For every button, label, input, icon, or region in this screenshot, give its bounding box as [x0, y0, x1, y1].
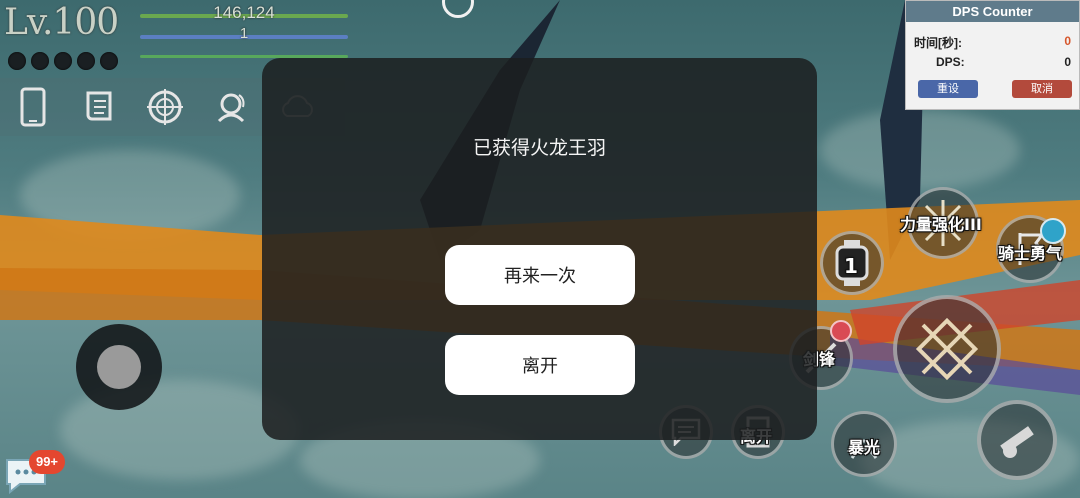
power-boost-label: 力量强化III — [900, 215, 982, 234]
time-label: 时间[秒]: — [914, 36, 962, 50]
dps-counter-panel: DPS Counter 时间[秒]: 0 DPS: 0 重设 取消 — [905, 0, 1080, 110]
charge-dot — [100, 52, 118, 70]
phone-icon[interactable] — [0, 78, 66, 136]
reward-dialog: 已获得火龙王羽 再来一次 离开 — [262, 58, 817, 440]
hp-value: 146,124 — [213, 3, 275, 22]
mp-value: 1 — [239, 25, 249, 42]
retry-button[interactable]: 再来一次 — [445, 245, 635, 305]
charge-dot — [77, 52, 95, 70]
movement-joystick[interactable] — [76, 324, 162, 410]
dps-value: 0 — [1064, 55, 1071, 69]
charge-dot — [8, 52, 26, 70]
watch-count: 1 — [844, 254, 858, 278]
dps-label: DPS: — [936, 55, 965, 69]
player-level: Lv.100 — [4, 2, 119, 43]
time-value: 0 — [1064, 34, 1071, 48]
charge-dot — [54, 52, 72, 70]
cancel-button[interactable]: 取消 — [1012, 80, 1072, 98]
watch-item-button[interactable]: 1 — [820, 231, 884, 295]
support-headset-icon[interactable] — [198, 78, 264, 136]
charge-dot — [31, 52, 49, 70]
burst-light-label: 暴光 — [848, 438, 881, 457]
dialog-title: 已获得火龙王羽 — [472, 137, 606, 159]
target-icon[interactable] — [132, 78, 198, 136]
joystick-knob[interactable] — [97, 345, 141, 389]
scroll-icon[interactable] — [66, 78, 132, 136]
charge-dots — [8, 52, 118, 70]
chat-unread-badge: 99+ — [29, 450, 65, 474]
dps-counter-title: DPS Counter — [906, 1, 1079, 22]
red-gem-icon — [830, 320, 852, 342]
attack-button[interactable] — [893, 295, 1001, 403]
reset-button[interactable]: 重设 — [918, 80, 978, 98]
ultimate-skill-button[interactable] — [977, 400, 1057, 480]
leave-button[interactable]: 离开 — [445, 335, 635, 395]
cannon-icon — [1000, 426, 1034, 458]
crossed-swords-icon — [915, 317, 979, 381]
knight-courage-label: 骑士勇气 — [998, 244, 1063, 263]
